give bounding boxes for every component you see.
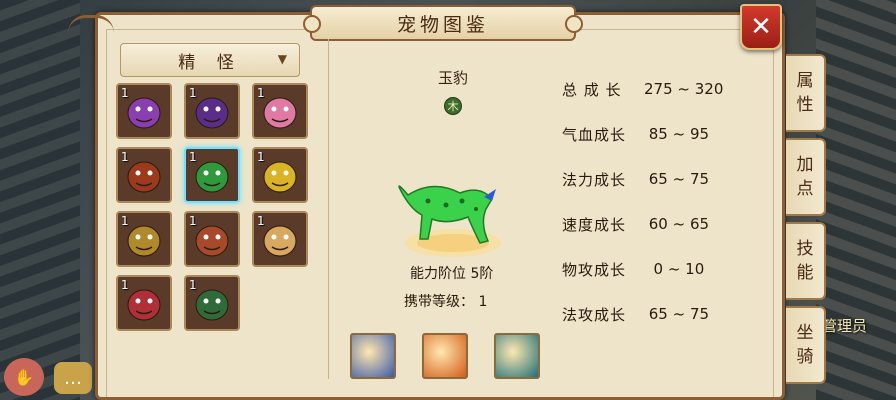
pet-slot-sword-spirit[interactable]: 1 <box>116 83 172 139</box>
category-dropdown[interactable]: 精 怪 ▼ <box>120 43 300 77</box>
tab-label-char: 技 <box>796 239 814 259</box>
carry-level: 携带等级： 1 <box>404 294 488 310</box>
skill-list <box>350 333 540 379</box>
pet-slot-gourd-red[interactable]: 1 <box>116 147 172 203</box>
stat-label: 气血成长 <box>562 125 627 144</box>
tab-label-char: 能 <box>796 263 814 283</box>
claw-skill-icon[interactable] <box>350 333 396 379</box>
page-title: 宠物图鉴 <box>303 5 583 41</box>
stat-row: 速度成长 60 ~ 65 <box>562 212 762 236</box>
stat-value: 65 ~ 75 <box>644 170 710 188</box>
roof-right <box>816 0 896 400</box>
chevron-down-icon: ▼ <box>277 52 287 66</box>
pet-slot-pink-deer[interactable]: 1 <box>252 83 308 139</box>
npc-name-label[interactable]: 管理员 <box>822 315 867 336</box>
pet-slot-golden-deer[interactable]: 1 <box>252 211 308 267</box>
roof-left <box>0 0 80 400</box>
chat-icon[interactable]: … <box>54 362 92 394</box>
pet-count: 1 <box>257 214 265 228</box>
ability-rank: 能力阶位 5阶 <box>410 266 494 282</box>
tab-label-char: 骑 <box>796 347 814 367</box>
tab-label-char: 性 <box>796 95 814 115</box>
divider <box>328 39 329 379</box>
tab-0[interactable]: 属性 <box>786 54 826 132</box>
stat-value: 60 ~ 65 <box>644 215 710 233</box>
pet-count: 1 <box>121 214 129 228</box>
stat-label: 速度成长 <box>562 215 627 234</box>
tab-label-char: 加 <box>796 155 814 175</box>
fire-skill-icon[interactable] <box>422 333 468 379</box>
pet-count: 1 <box>189 86 197 100</box>
stat-label: 总 成 长 <box>562 80 622 99</box>
stat-row: 法攻成长 65 ~ 75 <box>562 302 762 326</box>
tab-1[interactable]: 加点 <box>786 138 826 216</box>
pet-count: 1 <box>121 86 129 100</box>
stat-value: 0 ~ 10 <box>644 260 705 278</box>
pet-name: 玉豹 <box>437 68 468 87</box>
pet-count: 1 <box>189 278 197 292</box>
pet-handbook-panel: 宠物图鉴 精 怪 ▼ 1 1 1 1 1 1 1 1 1 1 1 玉豹 木 能力阶位 5阶 携带等级… <box>68 5 785 400</box>
pet-count: 1 <box>189 214 197 228</box>
stat-row: 物攻成长 0 ~ 10 <box>562 257 762 281</box>
pet-slot-gold-beast[interactable]: 1 <box>116 211 172 267</box>
pet-count: 1 <box>189 150 197 164</box>
pet-count: 1 <box>257 86 265 100</box>
pet-list-column: 精 怪 ▼ 1 1 1 1 1 1 1 1 1 1 1 <box>112 39 312 379</box>
pet-slot-red-lion[interactable]: 1 <box>116 275 172 331</box>
stat-label: 法攻成长 <box>562 305 627 324</box>
tab-label-char: 坐 <box>796 323 814 343</box>
corner-ornament-left <box>68 15 114 35</box>
pet-count: 1 <box>121 150 129 164</box>
close-button[interactable]: ✕ <box>740 4 782 50</box>
stat-value: 275 ~ 320 <box>644 80 724 98</box>
stat-row: 气血成长 85 ~ 95 <box>562 122 762 146</box>
pet-model-stage <box>388 165 518 265</box>
ring-skill-icon[interactable] <box>494 333 540 379</box>
stat-row: 法力成长 65 ~ 75 <box>562 167 762 191</box>
tab-3[interactable]: 坐骑 <box>786 306 826 384</box>
pet-slot-green-lion[interactable]: 1 <box>184 275 240 331</box>
tab-label-char: 属 <box>796 71 814 91</box>
pet-slot-gourd-gold[interactable]: 1 <box>252 147 308 203</box>
element-badge: 木 <box>444 97 462 115</box>
green-leopard-model <box>398 185 501 257</box>
pet-count: 1 <box>257 150 265 164</box>
tab-2[interactable]: 技能 <box>786 222 826 300</box>
stat-label: 法力成长 <box>562 170 627 189</box>
stat-value: 85 ~ 95 <box>644 125 710 143</box>
category-dropdown-value: 精 怪 <box>178 52 242 73</box>
pet-count: 1 <box>121 278 129 292</box>
stat-value: 65 ~ 75 <box>644 305 710 323</box>
pet-slot-red-sword-spirit[interactable]: 1 <box>184 211 240 267</box>
tab-label-char: 点 <box>796 179 814 199</box>
pet-grid: 1 1 1 1 1 1 1 1 1 1 1 <box>116 83 308 333</box>
stat-row: 总 成 长 275 ~ 320 <box>562 77 762 101</box>
handshake-icon[interactable]: ✋ <box>4 358 44 396</box>
pet-slot-green-leopard[interactable]: 1 <box>184 147 240 203</box>
pet-slot-purple-leopard[interactable]: 1 <box>184 83 240 139</box>
stat-label: 物攻成长 <box>562 260 627 279</box>
